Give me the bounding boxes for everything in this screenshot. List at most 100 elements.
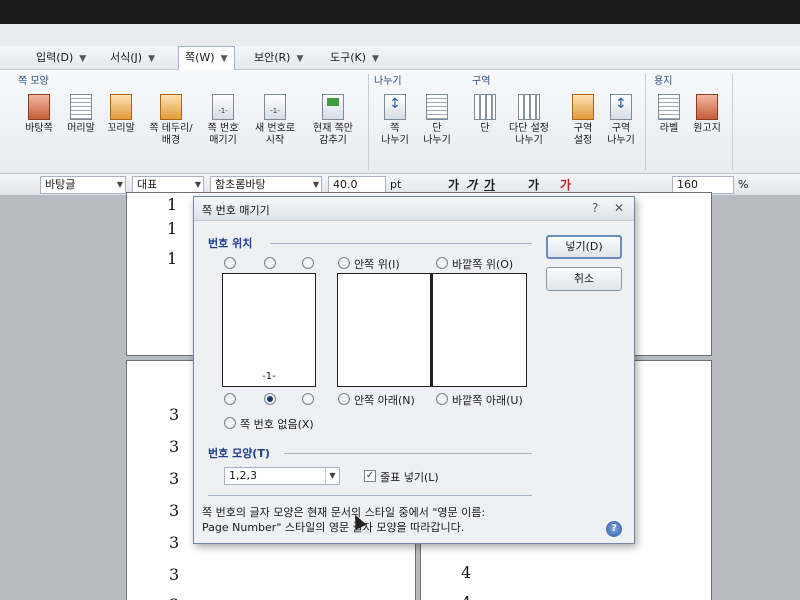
radio-outer-top[interactable]: [436, 257, 448, 269]
radio-outer-bottom-label: 바깥쪽 아래(U): [452, 394, 523, 407]
background-page-button[interactable]: 바탕쪽: [16, 94, 62, 135]
new-number-label-2: 시작: [265, 135, 285, 146]
radio-right-top[interactable]: [302, 257, 314, 269]
radio-center-bottom[interactable]: [264, 393, 276, 405]
group-label-page-shape: 쪽 모양: [18, 76, 49, 87]
page-number-text: 1: [167, 219, 178, 238]
page-number-text: 4: [461, 593, 471, 600]
section-break-icon: [610, 94, 632, 120]
chevron-down-icon: ▼: [194, 180, 201, 189]
ribbon-separator: [732, 74, 733, 170]
number-shape-value: 1,2,3: [229, 469, 257, 482]
radio-no-number-label: 쪽 번호 없음(X): [240, 418, 314, 431]
multi-column-icon: [518, 94, 540, 120]
footer-label: 꼬리말: [107, 123, 135, 134]
font-size-unit: pt: [390, 178, 402, 191]
insert-button[interactable]: 넣기(D): [546, 235, 622, 259]
dialog-title-bar[interactable]: 쪽 번호 매기기 ? ✕: [194, 197, 634, 221]
dash-checkbox[interactable]: ✓: [364, 470, 376, 482]
page-number-text: 3: [169, 501, 180, 520]
background-page-label: 바탕쪽: [25, 123, 53, 134]
menu-insert-label: 입력(D): [36, 51, 74, 64]
close-icon[interactable]: ✕: [614, 201, 624, 215]
new-number-button[interactable]: 새 번호로 시작: [248, 94, 302, 147]
section-break-button[interactable]: 구역 나누기: [598, 94, 644, 147]
section-settings-icon: [572, 94, 594, 120]
menu-page[interactable]: 쪽(W) ▼: [178, 46, 235, 70]
menu-page-label: 쪽(W): [185, 51, 215, 64]
section-divider: [270, 243, 532, 244]
underline-button[interactable]: 가: [484, 177, 495, 193]
page-number-text: 3: [169, 533, 180, 552]
column-break-label-1: 단: [432, 123, 442, 134]
position-section-title: 번호 위치: [208, 237, 253, 250]
footer-button[interactable]: 꼬리말: [98, 94, 144, 135]
radio-no-number[interactable]: [224, 417, 236, 429]
radio-right-bottom[interactable]: [302, 393, 314, 405]
header-icon: [70, 94, 92, 120]
inner-page-preview: [337, 273, 431, 387]
chevron-down-icon: ▼: [312, 180, 319, 189]
page-border-label-2: 배경: [161, 135, 181, 146]
page-border-label-1: 쪽 테두리/: [149, 123, 193, 134]
zoom-unit: %: [738, 178, 749, 191]
single-page-preview: -1-: [222, 273, 316, 387]
radio-outer-bottom[interactable]: [436, 393, 448, 405]
column-break-icon: [426, 94, 448, 120]
font-color-button[interactable]: 가: [560, 177, 571, 193]
group-label-section: 구역: [472, 76, 491, 87]
italic-button[interactable]: 가: [466, 177, 477, 193]
menu-insert[interactable]: 입력(D) ▼: [36, 50, 86, 66]
hide-page-label-2: 감추기: [319, 135, 347, 146]
description-line-1: 쪽 번호의 글자 모양은 현재 문서의 스타일 중에서 "영문 이름:: [202, 506, 486, 519]
page-number-text: 3: [169, 565, 180, 584]
background-page-icon: [28, 94, 50, 120]
page-border-button[interactable]: 쪽 테두리/ 배경: [142, 94, 200, 147]
strike-button[interactable]: 가: [528, 177, 539, 193]
radio-left-bottom[interactable]: [224, 393, 236, 405]
menu-format[interactable]: 서식(J) ▼: [110, 50, 155, 66]
zoom-value: 160: [677, 178, 698, 191]
help-icon[interactable]: ?: [592, 201, 598, 215]
multi-column-button[interactable]: 다단 설정 나누기: [502, 94, 556, 147]
help-icon[interactable]: ?: [606, 521, 622, 537]
hwp-window: 입력(D) ▼ 서식(J) ▼ 쪽(W) ▼ 보안(R) ▼ 도구(K) ▼ 쪽 모양 나…: [0, 24, 800, 600]
group-label-divide: 나누기: [374, 76, 402, 87]
page-number-button[interactable]: 쪽 번호 매기기: [200, 94, 246, 147]
chevron-down-icon: ▼: [296, 54, 304, 64]
menu-format-label: 서식(J): [110, 51, 143, 64]
column-break-label-2: 나누기: [423, 135, 451, 146]
outer-page-preview: [431, 273, 527, 387]
chevron-down-icon: ▼: [116, 180, 123, 189]
number-shape-select[interactable]: 1,2,3 ▼: [224, 467, 340, 485]
menu-security[interactable]: 보안(R) ▼: [254, 50, 303, 66]
multi-column-label-1: 다단 설정: [509, 123, 549, 134]
section-divider: [284, 453, 532, 454]
radio-inner-bottom-label: 안쪽 아래(N): [354, 394, 415, 407]
style-select[interactable]: 바탕글 ▼: [40, 176, 126, 194]
new-number-icon: [264, 94, 286, 120]
ribbon: 쪽 모양 나누기 구역 용지 바탕쪽 머리말 꼬리말 쪽 테두리/ 배경 쪽 번…: [0, 70, 800, 174]
radio-inner-bottom[interactable]: [338, 393, 350, 405]
preview-page-number: -1-: [262, 371, 276, 382]
radio-inner-top[interactable]: [338, 257, 350, 269]
page-number-text: 3: [169, 405, 180, 424]
multi-column-label-2: 나누기: [515, 135, 543, 146]
radio-center-top[interactable]: [264, 257, 276, 269]
footer-icon: [110, 94, 132, 120]
chevron-down-icon: ▼: [148, 54, 155, 64]
font-value: 함초롬바탕: [215, 178, 266, 191]
column-break-button[interactable]: 단 나누기: [414, 94, 460, 147]
section-break-label-1: 구역: [611, 123, 631, 134]
page-break-label-1: 쪽: [390, 123, 400, 134]
section-divider: [208, 495, 532, 496]
manuscript-button[interactable]: 원고지: [684, 94, 730, 135]
cancel-button[interactable]: 취소: [546, 267, 622, 291]
radio-left-top[interactable]: [224, 257, 236, 269]
page-break-button[interactable]: 쪽 나누기: [372, 94, 418, 147]
menu-tools[interactable]: 도구(K) ▼: [330, 50, 379, 66]
page-number-label-2: 매기기: [209, 135, 237, 146]
bold-button[interactable]: 가: [448, 177, 459, 193]
hide-current-page-button[interactable]: 현재 쪽만 감추기: [304, 94, 362, 147]
font-size-value: 40.0: [333, 178, 358, 191]
